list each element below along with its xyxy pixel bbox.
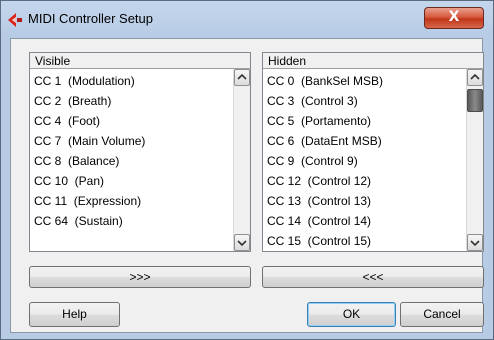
chevron-up-icon [237,73,247,80]
visible-list-header: Visible [30,53,250,69]
scroll-up-button[interactable] [234,69,250,86]
ok-button[interactable]: OK [307,302,396,327]
scroll-down-button[interactable] [467,234,483,251]
visible-list-item[interactable]: CC 2 (Breath) [34,91,111,111]
scroll-down-button[interactable] [234,234,250,251]
visible-list-item[interactable]: CC 11 (Expression) [34,191,141,211]
cancel-button[interactable]: Cancel [400,302,484,327]
hidden-list-item[interactable]: CC 0 (BankSel MSB) [267,71,383,91]
chevron-down-icon [470,240,480,247]
visible-list-item[interactable]: CC 10 (Pan) [34,171,104,191]
visible-list-item[interactable]: CC 7 (Main Volume) [34,131,145,151]
window-title: MIDI Controller Setup [28,11,153,26]
scroll-up-button[interactable] [467,69,483,86]
visible-list-item[interactable]: CC 64 (Sustain) [34,211,123,231]
hidden-list-item[interactable]: CC 3 (Control 3) [267,91,358,111]
visible-list-scrollbar[interactable] [233,69,250,251]
hidden-list-item[interactable]: CC 9 (Control 9) [267,151,358,171]
help-button[interactable]: Help [29,302,120,327]
hidden-list-header: Hidden [263,53,483,69]
hidden-list-item[interactable]: CC 5 (Portamento) [267,111,371,131]
hidden-list-item[interactable]: CC 13 (Control 13) [267,191,371,211]
chevron-up-icon [470,73,480,80]
hidden-list-item[interactable]: CC 6 (DataEnt MSB) [267,131,382,151]
hidden-list-item[interactable]: CC 12 (Control 12) [267,171,371,191]
move-to-visible-button[interactable]: <<< [262,266,484,288]
dialog-window: MIDI Controller Setup X Visible CC 1 (Mo… [0,0,494,340]
visible-list-item[interactable]: CC 1 (Modulation) [34,71,135,91]
hidden-list-item[interactable]: CC 14 (Control 14) [267,211,371,231]
visible-list-item[interactable]: CC 8 (Balance) [34,151,119,171]
hidden-list-item[interactable]: CC 15 (Control 15) [267,231,371,251]
hidden-list[interactable]: Hidden CC 0 (BankSel MSB) CC 3 (Control … [262,52,484,252]
chevron-down-icon [237,240,247,247]
dialog-client-area: Visible CC 1 (Modulation) CC 2 (Breath) … [10,38,484,333]
visible-list[interactable]: Visible CC 1 (Modulation) CC 2 (Breath) … [29,52,251,252]
close-button[interactable]: X [424,7,484,29]
cubase-app-icon [7,12,23,28]
visible-list-item[interactable]: CC 4 (Foot) [34,111,100,131]
scroll-thumb[interactable] [467,89,483,112]
hidden-list-scrollbar[interactable] [466,69,483,251]
title-bar[interactable]: MIDI Controller Setup X [1,1,493,37]
move-to-hidden-button[interactable]: >>> [29,266,251,288]
